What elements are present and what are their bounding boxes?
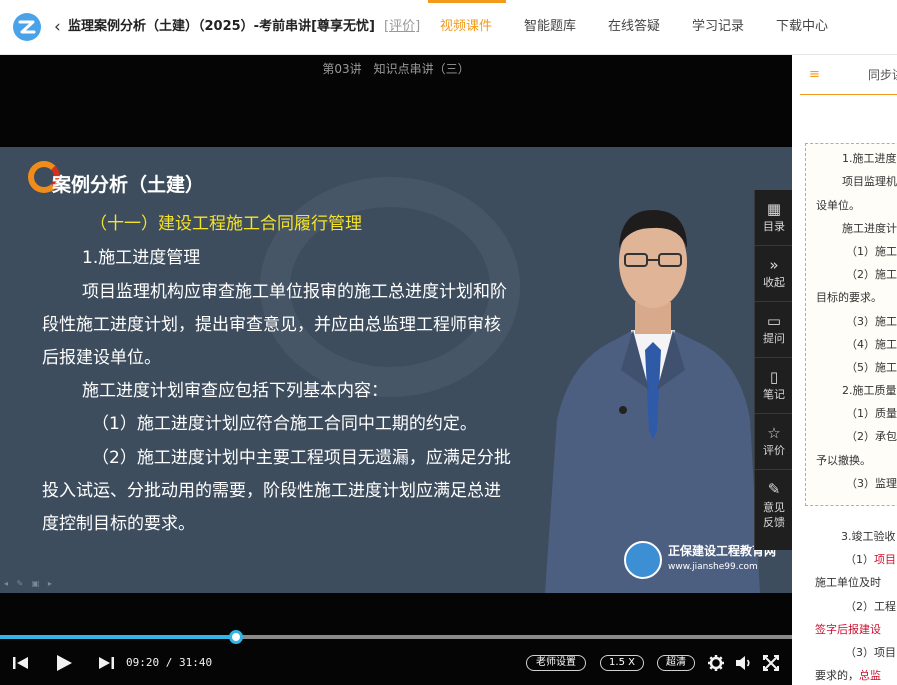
question-icon: ▭ (766, 312, 782, 330)
handout-line: 予以撤换。 (816, 454, 871, 467)
slide-line: 项目监理机构应审查施工单位报审的施工总进度计划和阶 (82, 282, 507, 302)
speed-button[interactable]: 1.5 X (600, 655, 644, 671)
total-time: 31:40 (179, 656, 213, 669)
handout-line: 施工进度计划 (842, 222, 897, 235)
catalog-button[interactable]: ▦ 目录 (755, 190, 793, 246)
tab-download-center[interactable]: 下载中心 (776, 18, 828, 36)
handout-line: （3）施工顺序 (846, 315, 897, 328)
feedback-label: 意见 反馈 (763, 501, 785, 529)
tab-question-bank[interactable]: 智能题库 (524, 18, 576, 36)
slide-line: 后报建设单位。 (42, 348, 161, 368)
notes-label: 笔记 (763, 388, 785, 401)
handout-line: （1）施工进度 (846, 245, 897, 258)
progress-thumb[interactable] (229, 630, 244, 644)
slide-nav-controls-icon[interactable]: ◂ ✎ ▣ ▸ (4, 579, 55, 588)
tab-study-records[interactable]: 学习记录 (692, 18, 744, 36)
previous-icon[interactable] (12, 655, 30, 671)
catalog-label: 目录 (763, 220, 785, 233)
handout-line: （1）质量 (846, 407, 897, 420)
current-time: 09:20 (126, 656, 160, 669)
ask-question-button[interactable]: ▭ 提问 (755, 302, 793, 358)
play-icon[interactable] (54, 653, 74, 673)
grid-icon: ▦ (766, 200, 782, 218)
settings-gear-icon[interactable] (707, 654, 725, 672)
slide-line: 投入试运、分批动用的需要，阶段性施工进度计划应满足总进 (42, 481, 501, 501)
volume-icon[interactable] (735, 655, 753, 671)
progress-bar[interactable] (0, 630, 792, 644)
active-tab-indicator (428, 0, 506, 3)
handout-line: 施工单位及时 (815, 576, 881, 589)
presenter-video (545, 210, 760, 593)
menu-icon[interactable]: ≡ (809, 68, 820, 82)
teacher-settings-button[interactable]: 老师设置 (526, 655, 586, 671)
rate-button[interactable]: ☆ 评价 (755, 414, 793, 470)
star-icon: ☆ (767, 424, 781, 442)
note-icon: ▯ (769, 368, 779, 386)
collapse-button[interactable]: » 收起 (755, 246, 793, 302)
back-arrow-icon[interactable]: ‹ (54, 16, 61, 38)
handout-line: 2.施工质量管理 (842, 384, 897, 397)
brand-watermark-url: www.jianshe99.com (668, 562, 758, 572)
slide-line: 施工进度计划审查应包括下列基本内容： (82, 381, 388, 401)
handout-line: 签字后报建设 (815, 623, 881, 636)
slide-line: （2）施工进度计划中主要工程项目无遗漏，应满足分批 (92, 448, 511, 468)
lecture-title: 第03讲 知识点串讲（三） (322, 62, 470, 76)
tab-synced-handout[interactable]: 同步讲义 (868, 67, 897, 83)
brand-watermark-logo-icon (624, 541, 662, 579)
collapse-icon: » (769, 256, 779, 274)
brand-logo-icon[interactable] (13, 13, 41, 41)
app-window: ‹ 监理案例分析（土建）（2025）-考前串讲[尊享无忧] [评价] 视频课件 … (0, 0, 897, 685)
slide-line: 度控制目标的要求。 (42, 514, 195, 534)
handout-line-highlight: 总监 (859, 669, 881, 682)
slide-line: 段性施工进度计划，提出审查意见，并应由总监理工程师审核 (42, 315, 501, 335)
notes-button[interactable]: ▯ 笔记 (755, 358, 793, 414)
handout-line: 1.施工进度管理 (842, 152, 897, 165)
tab-video-courseware[interactable]: 视频课件 (440, 18, 492, 36)
handout-line: （2）工程 (845, 600, 896, 613)
time-display: 09:20 / 31:40 (126, 655, 212, 671)
progress-fill (0, 635, 237, 639)
rate-label: 评价 (763, 444, 785, 457)
handout-panel-header: ≡ 同步讲义 (800, 55, 897, 95)
collapse-label: 收起 (763, 276, 785, 289)
slide-line: 1.施工进度管理 (82, 248, 201, 268)
player-side-toolbar: ▦ 目录 » 收起 ▭ 提问 ▯ 笔记 ☆ 评价 ✎ 意见 反馈 (754, 190, 793, 550)
handout-line-prefix: 要求的， (815, 669, 859, 682)
top-nav-bar: ‹ 监理案例分析（土建）（2025）-考前串讲[尊享无忧] [评价] 视频课件 … (0, 0, 897, 55)
handout-line: （1）项目 (845, 553, 896, 567)
handout-line: （4）施工人员 (846, 338, 897, 351)
rate-link[interactable]: [评价] (384, 18, 420, 36)
fullscreen-icon[interactable] (763, 655, 779, 671)
quality-button[interactable]: 超清 (657, 655, 695, 671)
ask-question-label: 提问 (763, 332, 785, 345)
handout-line: 3.竣工验收 (841, 530, 896, 543)
handout-line-prefix: （1） (845, 553, 874, 566)
handout-line: （2）承包 (846, 430, 897, 443)
tab-online-qa[interactable]: 在线答疑 (608, 18, 660, 36)
handout-line: （3）监理 (846, 477, 897, 490)
handout-line: 目标的要求。 (816, 291, 882, 304)
handout-line: 项目监理机构应 (842, 175, 897, 188)
handout-line: （5）施工进度 (846, 361, 897, 374)
handout-highlight-box: 1.施工进度管理 项目监理机构应 设单位。 施工进度计划 （1）施工进度 （2）… (805, 143, 897, 506)
handout-line: （3）项目 (845, 646, 896, 659)
slide-line: （1）施工进度计划应符合施工合同中工期的约定。 (92, 414, 477, 434)
handout-line: 设单位。 (816, 199, 860, 212)
course-title: 监理案例分析（土建）（2025）-考前串讲[尊享无忧] (68, 19, 375, 34)
edit-icon: ✎ (767, 480, 781, 498)
time-separator: / (159, 656, 179, 669)
handout-line: （2）施工进度 (846, 268, 897, 281)
handout-line-highlight: 项目 (874, 553, 896, 566)
feedback-button[interactable]: ✎ 意见 反馈 (755, 470, 793, 550)
handout-line: 要求的，总监 (815, 669, 881, 683)
brand-watermark: 正保建设工程教育网 www.jianshe99.com (624, 541, 776, 581)
next-icon[interactable] (97, 655, 115, 671)
video-player[interactable]: 第03讲 知识点串讲（三） 案例分析（土建） （十一）建设工程施工合同履行管理 … (0, 55, 793, 685)
slide-heading: 案例分析（土建） (52, 174, 205, 196)
slide-subheading: （十一）建设工程施工合同履行管理 (90, 214, 362, 234)
